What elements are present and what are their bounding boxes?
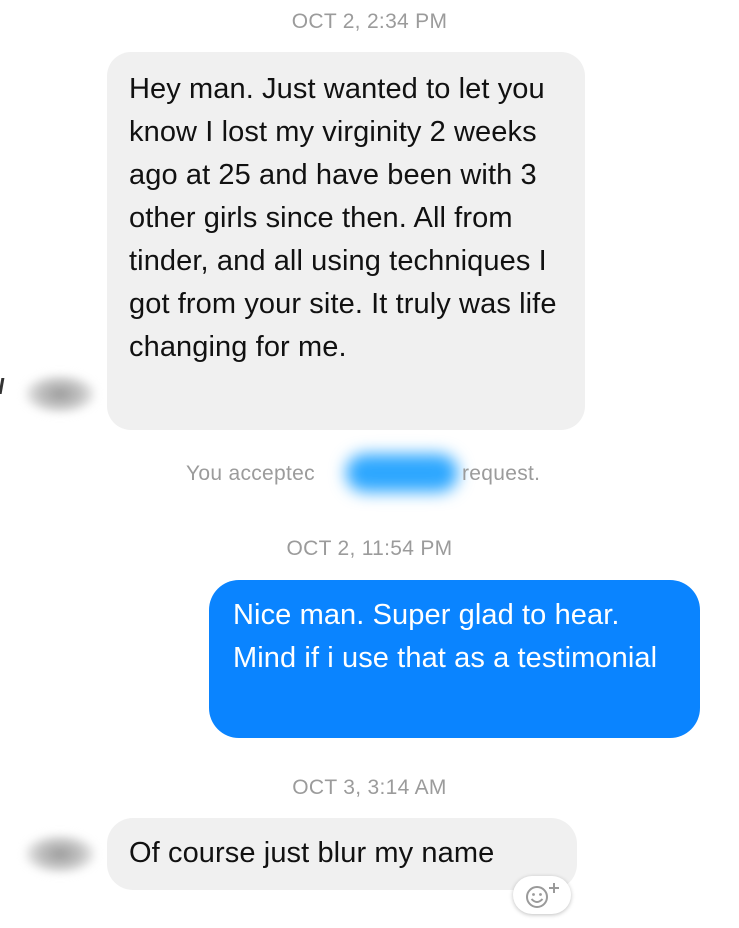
message-bubble-incoming-1[interactable]: Hey man. Just wanted to let you know I l… [107, 52, 585, 430]
sender-avatar-blurred-2[interactable] [24, 834, 96, 874]
add-reaction-icon[interactable] [513, 876, 571, 914]
cropped-edge-mark [0, 378, 5, 394]
system-notice-prefix: You acceptec [186, 462, 315, 485]
system-notice-suffix: request. [462, 462, 541, 485]
message-bubble-incoming-2[interactable]: Of course just blur my name [107, 818, 577, 890]
message-text-3: Of course just blur my name [129, 837, 495, 869]
message-text-1: Hey man. Just wanted to let you know I l… [129, 73, 557, 363]
sender-avatar-blurred[interactable] [24, 374, 96, 414]
message-bubble-outgoing-1[interactable]: Nice man. Super glad to hear. Mind if i … [209, 580, 700, 738]
redacted-name [346, 454, 458, 492]
timestamp-3: OCT 3, 3:14 AM [292, 776, 447, 799]
timestamp-1: OCT 2, 2:34 PM [291, 10, 448, 33]
timestamp-2: OCT 2, 11:54 PM [286, 537, 453, 560]
message-text-2: Nice man. Super glad to hear. Mind if i … [233, 599, 658, 674]
